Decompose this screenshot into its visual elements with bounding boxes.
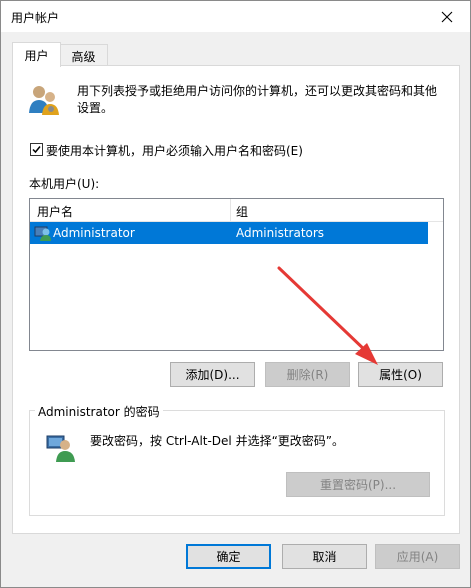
- require-login-label[interactable]: 要使用本计算机，用户必须输入用户名和密码(E): [46, 142, 303, 159]
- properties-button[interactable]: 属性(O): [358, 362, 443, 387]
- users-tab-panel: 用下列表授予或拒绝用户访问你的计算机，还可以更改其密码和其他设置。 要使用本计算…: [12, 65, 460, 534]
- column-header-username[interactable]: 用户名: [37, 203, 73, 220]
- row-group: Administrators: [236, 226, 325, 240]
- title-bar: 用户帐户: [1, 1, 470, 32]
- password-group-title: Administrator 的密码: [35, 403, 163, 420]
- reset-password-button[interactable]: 重置密码(P)...: [286, 472, 430, 497]
- cancel-button[interactable]: 取消: [282, 544, 367, 569]
- password-groupbox: [29, 410, 445, 516]
- close-button[interactable]: [424, 1, 470, 32]
- checkmark-icon: [32, 146, 41, 154]
- column-header-group[interactable]: 组: [236, 203, 248, 220]
- window-title: 用户帐户: [11, 11, 60, 25]
- apply-button[interactable]: 应用(A): [375, 544, 460, 569]
- column-separator[interactable]: [230, 199, 231, 221]
- tab-users-label: 用户: [24, 48, 49, 63]
- ok-button[interactable]: 确定: [186, 544, 271, 569]
- row-username: Administrator: [53, 226, 135, 240]
- require-login-checkbox[interactable]: [30, 143, 43, 156]
- add-user-button[interactable]: 添加(D)...: [170, 362, 255, 387]
- listview-header: 用户名 组: [30, 199, 443, 222]
- tab-advanced[interactable]: 高级: [59, 44, 108, 67]
- password-instruction: 要改密码，按 Ctrl-Alt-Del 并选择“更改密码”。: [90, 434, 345, 448]
- local-users-label: 本机用户(U):: [29, 177, 100, 191]
- tab-users[interactable]: 用户: [12, 42, 61, 67]
- tab-advanced-label: 高级: [71, 49, 96, 64]
- remove-user-button[interactable]: 删除(R): [265, 362, 350, 387]
- users-description: 用下列表授予或拒绝用户访问你的计算机，还可以更改其密码和其他设置。: [77, 84, 438, 115]
- password-user-icon: [46, 435, 75, 462]
- user-icon: [34, 226, 51, 241]
- user-accounts-dialog: 用户帐户 用户 高级 用下列表授予或拒绝用户访问你的计算机，还可以更改其密码和其…: [0, 0, 471, 588]
- table-row[interactable]: Administrator Administrators: [30, 222, 428, 244]
- users-icon: [29, 86, 59, 115]
- close-icon: [441, 11, 453, 22]
- users-listview[interactable]: 用户名 组 Administrator Administrators: [29, 198, 444, 351]
